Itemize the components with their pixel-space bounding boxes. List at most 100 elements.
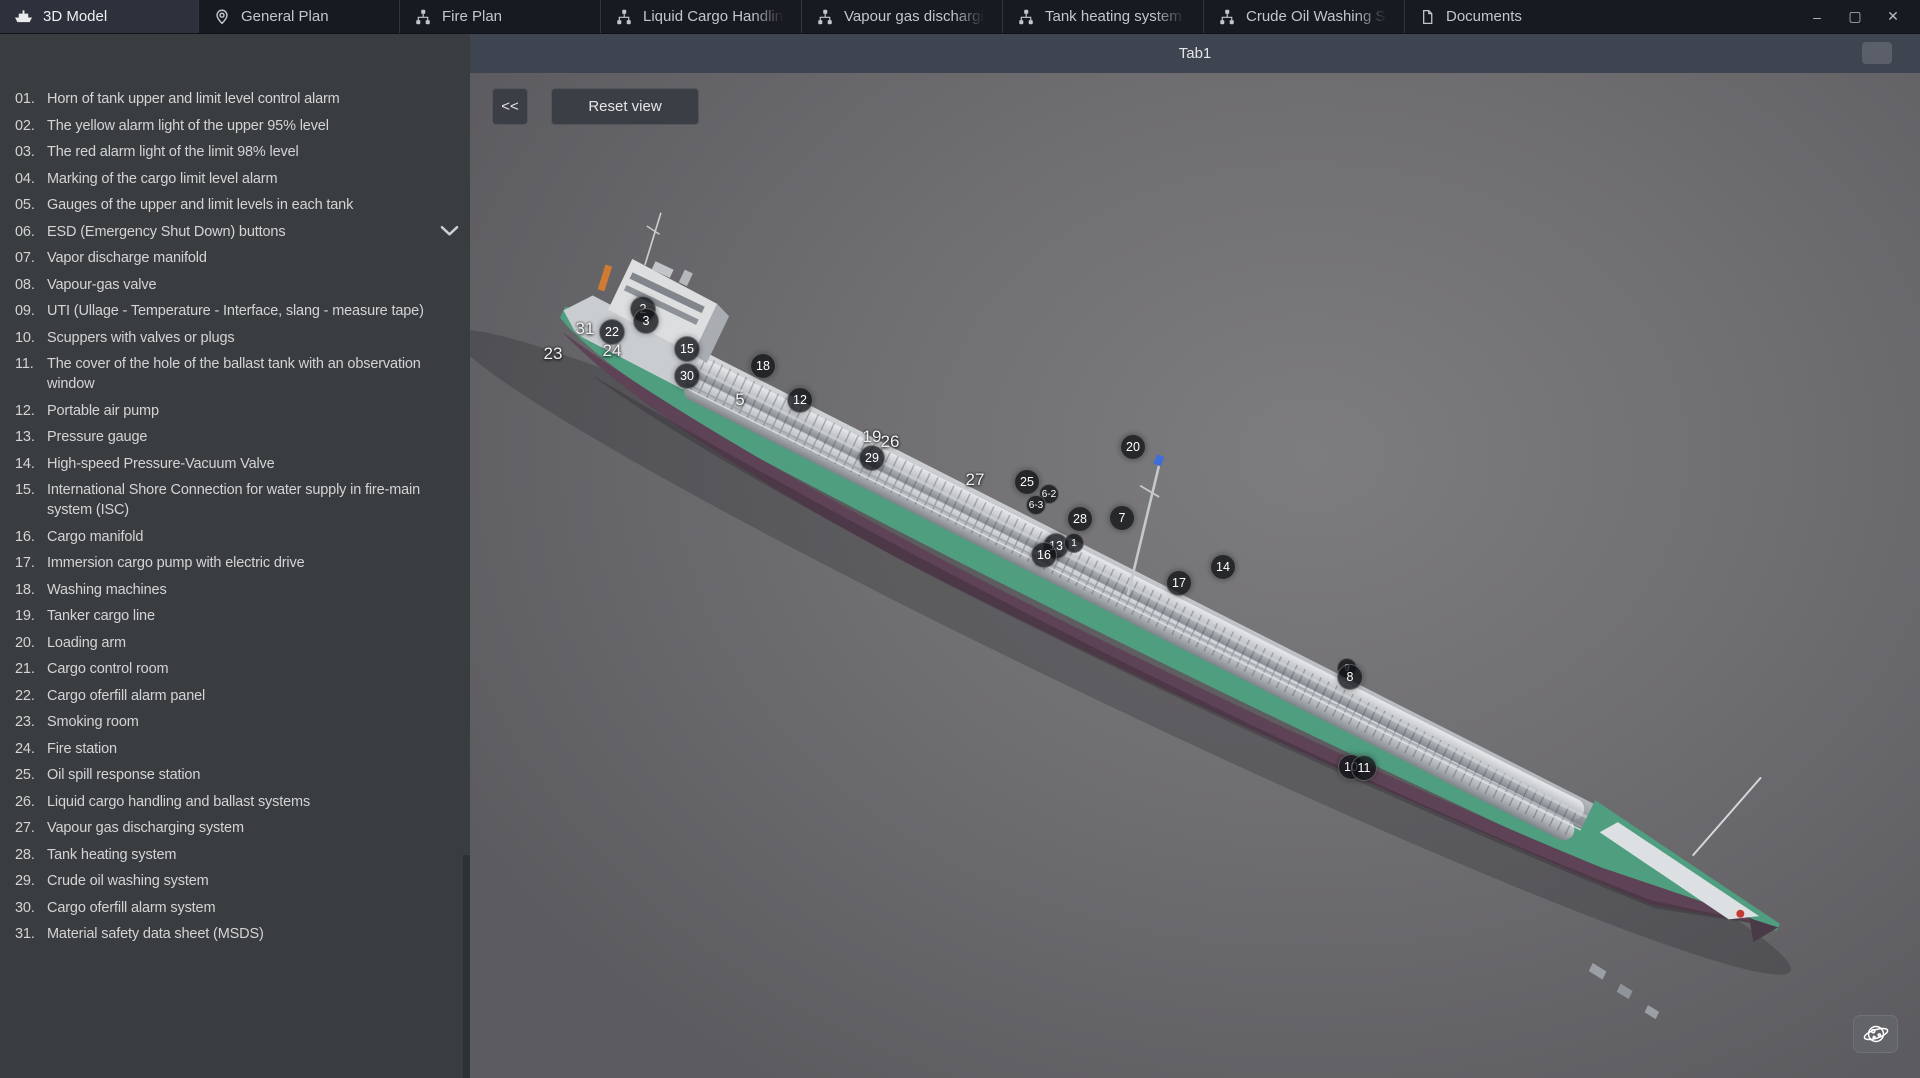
tab-crude-oil-washing-sys[interactable]: Crude Oil Washing Sys — [1203, 0, 1404, 33]
model-marker-15[interactable]: 15 — [674, 336, 700, 362]
item-number: 03. — [15, 142, 47, 162]
item-number: 14. — [15, 454, 47, 474]
sidebar-item-05[interactable]: 05.Gauges of the upper and limit levels … — [15, 195, 462, 215]
item-label: Loading arm — [47, 633, 462, 653]
tab-fire-plan[interactable]: Fire Plan — [399, 0, 600, 33]
sidebar-item-30[interactable]: 30.Cargo oferfill alarm system — [15, 898, 462, 918]
tanker-3d-model[interactable] — [470, 73, 1920, 1078]
sidebar-item-06[interactable]: 06.ESD (Emergency Shut Down) buttons — [15, 222, 462, 242]
model-marker-17[interactable]: 17 — [1166, 570, 1192, 596]
model-marker-26[interactable]: 26 — [881, 432, 900, 452]
item-label: Vapour-gas valve — [47, 275, 462, 295]
sidebar-item-25[interactable]: 25.Oil spill response station — [15, 765, 462, 785]
item-number: 15. — [15, 480, 47, 500]
sidebar-item-12[interactable]: 12.Portable air pump — [15, 401, 462, 421]
tab-label: Fire Plan — [442, 8, 586, 25]
item-number: 16. — [15, 527, 47, 547]
sidebar-item-24[interactable]: 24.Fire station — [15, 739, 462, 759]
minimize-button[interactable]: – — [1798, 0, 1836, 33]
main-area: Tab1 — [470, 33, 1920, 1078]
close-button[interactable]: ✕ — [1874, 0, 1912, 33]
collapse-sidebar-button[interactable]: << — [492, 88, 528, 125]
item-number: 20. — [15, 633, 47, 653]
sidebar-item-04[interactable]: 04.Marking of the cargo limit level alar… — [15, 169, 462, 189]
item-number: 30. — [15, 898, 47, 918]
chevron-down-icon[interactable] — [436, 225, 462, 237]
model-marker-12[interactable]: 12 — [787, 387, 813, 413]
sidebar-item-13[interactable]: 13.Pressure gauge — [15, 427, 462, 447]
model-marker-11[interactable]: 11 — [1351, 755, 1377, 781]
sidebar-item-17[interactable]: 17.Immersion cargo pump with electric dr… — [15, 553, 462, 573]
document-icon — [1419, 8, 1436, 26]
tab-bar: 3D ModelGeneral Plan Fire Plan Liquid Carg… — [0, 0, 1920, 34]
model-marker-28[interactable]: 28 — [1067, 506, 1093, 532]
sidebar-item-11[interactable]: 11.The cover of the hole of the ballast … — [15, 354, 462, 394]
model-marker-29[interactable]: 29 — [859, 445, 885, 471]
sidebar-item-16[interactable]: 16.Cargo manifold — [15, 527, 462, 547]
sidebar-item-22[interactable]: 22.Cargo oferfill alarm panel — [15, 686, 462, 706]
engine-logo-button[interactable] — [1853, 1015, 1898, 1053]
model-marker-31[interactable]: 31 — [576, 319, 595, 339]
tab-general-plan[interactable]: General Plan — [198, 0, 399, 33]
tab-tank-heating-system[interactable]: Tank heating system — [1002, 0, 1203, 33]
sidebar-item-19[interactable]: 19.Tanker cargo line — [15, 606, 462, 626]
sidebar-item-10[interactable]: 10.Scuppers with valves or plugs — [15, 328, 462, 348]
model-marker-7[interactable]: 7 — [1109, 505, 1135, 531]
sidebar-scrollbar[interactable] — [463, 855, 470, 1078]
tab-label: Tank heating system — [1045, 8, 1189, 25]
model-marker-18[interactable]: 18 — [750, 353, 776, 379]
3d-viewport[interactable]: 233122242315301851219262927256-26-328720… — [470, 73, 1920, 1078]
map-pin-icon — [213, 8, 231, 26]
sidebar-item-01[interactable]: 01.Horn of tank upper and limit level co… — [15, 89, 462, 109]
model-marker-3[interactable]: 3 — [633, 308, 659, 334]
item-label: Tank heating system — [47, 845, 462, 865]
sidebar-item-09[interactable]: 09.UTI (Ullage - Temperature - Interface… — [15, 301, 462, 321]
sidebar-item-07[interactable]: 07.Vapor discharge manifold — [15, 248, 462, 268]
sidebar-item-26[interactable]: 26.Liquid cargo handling and ballast sys… — [15, 792, 462, 812]
model-marker-19[interactable]: 19 — [863, 427, 882, 447]
item-label: Tanker cargo line — [47, 606, 462, 626]
reset-view-button[interactable]: Reset view — [551, 88, 699, 125]
hierarchy-icon — [414, 8, 432, 26]
sidebar-item-21[interactable]: 21.Cargo control room — [15, 659, 462, 679]
model-marker-30[interactable]: 30 — [674, 363, 700, 389]
tab-label: Documents — [1446, 8, 1591, 25]
sidebar-item-14[interactable]: 14.High-speed Pressure-Vacuum Valve — [15, 454, 462, 474]
model-marker-25[interactable]: 25 — [1014, 469, 1040, 495]
model-marker-8[interactable]: 8 — [1337, 664, 1363, 690]
item-number: 17. — [15, 553, 47, 573]
tab-documents[interactable]: Documents — [1404, 0, 1605, 33]
sidebar-item-29[interactable]: 29.Crude oil washing system — [15, 871, 462, 891]
window-controls: –▢✕ — [1798, 0, 1920, 33]
sidebar-item-08[interactable]: 08.Vapour-gas valve — [15, 275, 462, 295]
model-marker-14[interactable]: 14 — [1210, 554, 1236, 580]
sidebar-item-15[interactable]: 15.International Shore Connection for wa… — [15, 480, 462, 520]
model-marker-6-3[interactable]: 6-3 — [1026, 495, 1046, 515]
model-marker-23[interactable]: 23 — [544, 344, 563, 364]
item-label: Liquid cargo handling and ballast system… — [47, 792, 462, 812]
header-mini-button[interactable] — [1862, 42, 1892, 64]
tab-3d-model[interactable]: 3D Model — [0, 0, 198, 33]
item-number: 04. — [15, 169, 47, 189]
item-number: 11. — [15, 354, 47, 374]
item-label: International Shore Connection for water… — [47, 480, 462, 520]
tab-vapour-gas-discharging[interactable]: Vapour gas discharging — [801, 0, 1002, 33]
sidebar-item-23[interactable]: 23.Smoking room — [15, 712, 462, 732]
sidebar-item-31[interactable]: 31.Material safety data sheet (MSDS) — [15, 924, 462, 944]
sidebar-item-18[interactable]: 18.Washing machines — [15, 580, 462, 600]
model-marker-24[interactable]: 24 — [603, 341, 622, 361]
sidebar-item-20[interactable]: 20.Loading arm — [15, 633, 462, 653]
sidebar-item-03[interactable]: 03.The red alarm light of the limit 98% … — [15, 142, 462, 162]
sidebar-item-27[interactable]: 27.Vapour gas discharging system — [15, 818, 462, 838]
model-marker-1[interactable]: 1 — [1064, 533, 1084, 553]
model-marker-27[interactable]: 27 — [966, 470, 985, 490]
model-marker-5[interactable]: 5 — [735, 390, 744, 410]
maximize-button[interactable]: ▢ — [1836, 0, 1874, 33]
model-marker-20[interactable]: 20 — [1120, 434, 1146, 460]
sidebar-item-28[interactable]: 28.Tank heating system — [15, 845, 462, 865]
item-number: 01. — [15, 89, 47, 109]
tab-liquid-cargo-handling[interactable]: Liquid Cargo Handling — [600, 0, 801, 33]
hierarchy-icon — [816, 8, 834, 26]
model-marker-16[interactable]: 16 — [1031, 542, 1057, 568]
sidebar-item-02[interactable]: 02.The yellow alarm light of the upper 9… — [15, 116, 462, 136]
